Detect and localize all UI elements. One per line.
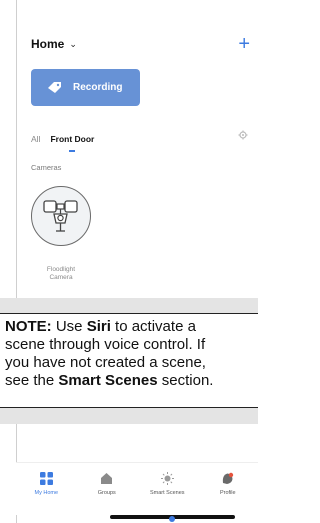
scene-label: Recording (73, 82, 123, 93)
grid-icon (39, 472, 53, 485)
nav-label-profile: Profile (219, 490, 236, 496)
nav-label-groups: Groups (97, 490, 116, 496)
note-callout: NOTE: Use Siri to activate a scene throu… (0, 313, 258, 408)
nav-label-my-home: My Home (34, 490, 59, 496)
note-line-2: scene through voice control. If (5, 336, 206, 353)
note-line4-pre: see the (5, 372, 59, 389)
profile-icon (223, 472, 234, 484)
note-line1-pre: Use (55, 318, 87, 335)
note-line-1: NOTE: Use Siri to activate a (5, 318, 258, 336)
nav-groups[interactable]: Groups (79, 463, 135, 496)
gear-icon[interactable] (238, 130, 248, 140)
bottom-nav: My Home Groups Smart Scenes Profile (16, 462, 258, 515)
home-selector[interactable]: Home ⌄ (31, 37, 77, 51)
page-indicator-dot (169, 516, 175, 522)
note-line-4: see the Smart Scenes section. (5, 372, 258, 390)
device-floodlight-camera[interactable] (31, 186, 91, 246)
tab-active-indicator (69, 150, 76, 152)
tab-front-door[interactable]: Front Door (50, 134, 95, 152)
device-name: Floodlight Camera (31, 266, 91, 282)
sun-icon (160, 472, 174, 485)
note-text: NOTE: Use Siri to activate a scene throu… (5, 318, 258, 390)
section-label-cameras: Cameras (31, 163, 62, 172)
nav-my-home[interactable]: My Home (18, 463, 74, 496)
tab-all[interactable]: All (31, 134, 40, 144)
house-icon (101, 473, 113, 484)
nav-label-smart-scenes: Smart Scenes (149, 490, 185, 496)
nav-smart-scenes[interactable]: Smart Scenes (139, 463, 195, 496)
tab-front-door-label: Front Door (50, 134, 95, 144)
scene-card-recording[interactable]: Recording (31, 69, 140, 106)
chevron-down-icon: ⌄ (69, 38, 77, 49)
screen-edge (16, 0, 17, 523)
note-line-3: you have not created a scene, (5, 354, 206, 371)
header: Home ⌄ + (31, 34, 258, 54)
floodlight-camera-icon (43, 200, 78, 232)
home-title-label: Home (31, 37, 65, 51)
device-name-line1: Floodlight (46, 266, 76, 273)
note-line1-post: to activate a (110, 318, 196, 335)
note-smart-scenes: Smart Scenes (58, 372, 158, 389)
add-button[interactable]: + (238, 34, 250, 54)
device-name-line2: Camera (49, 274, 73, 281)
note-line4-post: section. (157, 372, 214, 389)
nav-profile[interactable]: Profile (200, 463, 256, 496)
note-label: NOTE: (5, 318, 52, 335)
tag-icon (48, 82, 61, 93)
room-tabs: All Front Door (31, 131, 258, 152)
note-siri: Siri (86, 318, 111, 335)
